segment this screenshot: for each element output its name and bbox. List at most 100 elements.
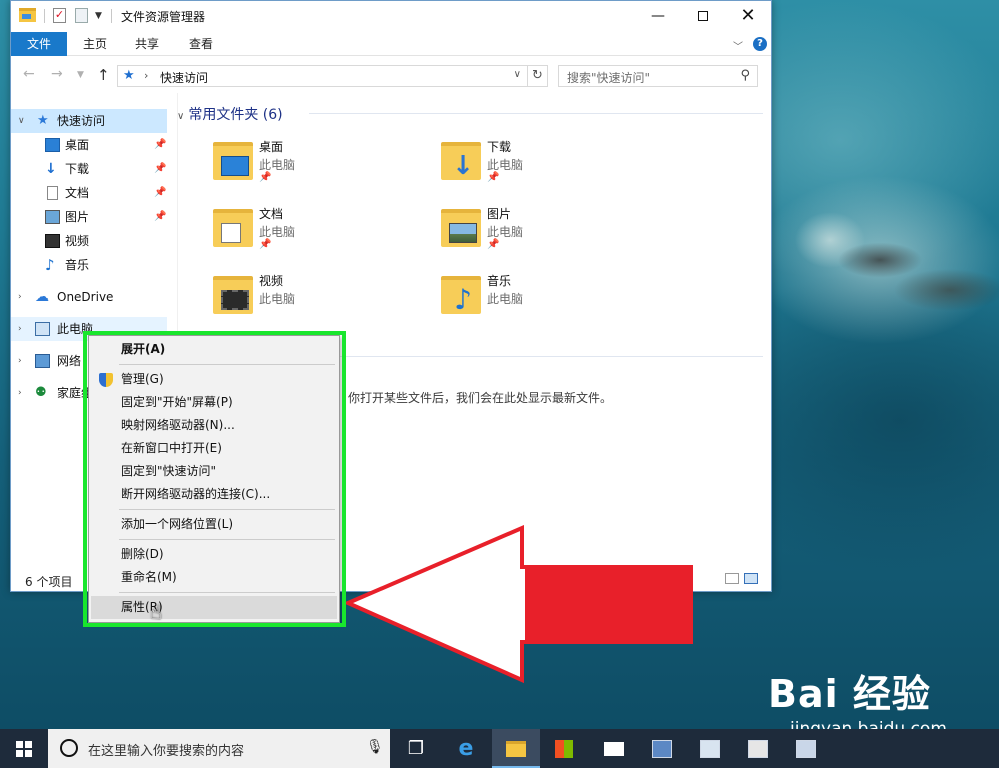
folder-name: 文档 — [259, 207, 284, 221]
group-header-frequent-folders[interactable]: ∨ 常用文件夹 (6) — [177, 104, 283, 124]
ribbon-tabs: 文件 主页 共享 查看 ﹀ ? — [11, 32, 771, 56]
cortana-icon — [60, 739, 78, 757]
mail-icon[interactable] — [590, 729, 638, 768]
back-arrow-icon[interactable]: ← — [23, 66, 35, 82]
chevron-down-icon[interactable]: ▼ — [95, 11, 102, 27]
red-arrow-annotation — [343, 525, 693, 684]
maximize-button[interactable] — [680, 1, 726, 32]
new-folder-quick-icon[interactable] — [75, 8, 88, 23]
chevron-down-icon[interactable]: ∨ — [177, 111, 184, 122]
address-field[interactable]: ★ › 快速访问 ∨ — [117, 65, 528, 87]
tab-view[interactable]: 查看 — [181, 32, 221, 56]
desktop-icon — [221, 156, 249, 176]
folder-tile-desktop[interactable]: 桌面 此电脑 📌 — [213, 138, 433, 198]
cloud-icon: ☁ — [35, 289, 49, 305]
picture-icon — [45, 210, 60, 224]
refresh-button[interactable]: ↻ — [528, 65, 548, 87]
file-explorer-taskbar-icon[interactable] — [492, 729, 540, 768]
task-view-button[interactable]: ❐ — [392, 729, 440, 768]
address-bar-row: ← → ▼ ↑ ★ › 快速访问 ∨ ↻ 搜索"快速访问" ⚲ — [11, 57, 771, 93]
group-header-label: 常用文件夹 (6) — [188, 107, 283, 123]
forward-arrow-icon[interactable]: → — [51, 66, 63, 82]
search-icon: ⚲ — [740, 68, 750, 83]
pin-icon: 📌 — [259, 172, 272, 183]
details-view-icon[interactable] — [725, 573, 739, 584]
pin-icon: 📌 — [154, 139, 167, 150]
pin-icon: 📌 — [154, 187, 167, 198]
folder-location: 此电脑 — [259, 158, 296, 172]
properties-quick-icon[interactable]: ✓ — [53, 8, 66, 23]
search-input[interactable]: 搜索"快速访问" ⚲ — [558, 65, 758, 87]
windows-logo-icon — [16, 741, 32, 757]
pin-icon: 📌 — [487, 239, 500, 250]
chevron-right-icon[interactable]: › — [18, 317, 22, 341]
taskbar: 在这里输入你要搜索的内容 🎙 ❐ e — [0, 729, 999, 768]
folder-name: 视频 — [259, 274, 284, 288]
sidebar-item-label: 下载 — [65, 162, 90, 176]
folder-icon — [213, 276, 253, 314]
download-icon: ↓ — [452, 151, 474, 181]
folder-tile-documents[interactable]: 文档 此电脑 📌 — [213, 205, 433, 265]
chevron-right-icon[interactable]: › — [144, 69, 148, 82]
folder-name: 下载 — [487, 140, 512, 154]
edge-browser-icon[interactable]: e — [442, 729, 490, 768]
status-item-count: 6 个项目 — [25, 575, 73, 589]
homegroup-icon: ⚉ — [35, 385, 47, 400]
star-icon: ★ — [37, 113, 49, 128]
sidebar-item-label: 文档 — [65, 186, 90, 200]
app-icon[interactable] — [686, 729, 734, 768]
start-button[interactable] — [0, 729, 48, 768]
folder-name: 图片 — [487, 207, 512, 221]
sidebar-item-label: 视频 — [65, 234, 90, 248]
folder-tile-downloads[interactable]: ↓ 下载 此电脑 📌 — [441, 138, 661, 198]
sidebar-item-quick-access[interactable]: ∨ ★ 快速访问 — [11, 109, 167, 133]
app-icon[interactable] — [782, 729, 830, 768]
microphone-icon[interactable]: 🎙 — [366, 739, 384, 755]
sidebar-item-music[interactable]: ♪ 音乐 — [11, 253, 167, 277]
music-icon: ♪ — [45, 256, 55, 274]
sidebar-item-documents[interactable]: 文档 📌 — [11, 181, 167, 205]
chevron-down-icon[interactable]: ∨ — [18, 109, 25, 133]
folder-tile-videos[interactable]: 视频 此电脑 — [213, 272, 433, 332]
folder-icon: ♪ — [441, 276, 481, 314]
arrow-fill — [525, 537, 691, 640]
app-icon[interactable] — [734, 729, 782, 768]
sidebar-item-label: 图片 — [65, 210, 90, 224]
tab-home[interactable]: 主页 — [75, 32, 115, 56]
pin-icon: 📌 — [154, 211, 167, 222]
taskbar-search-box[interactable]: 在这里输入你要搜索的内容 🎙 — [48, 729, 390, 768]
sidebar-item-onedrive[interactable]: › ☁ OneDrive — [11, 285, 167, 309]
sidebar-item-videos[interactable]: 视频 — [11, 229, 167, 253]
sidebar-item-label: 桌面 — [65, 138, 90, 152]
app-icon[interactable] — [638, 729, 686, 768]
tab-share[interactable]: 共享 — [127, 32, 167, 56]
expand-ribbon-icon[interactable]: ﹀ — [733, 38, 743, 53]
pin-icon: 📌 — [487, 172, 500, 183]
tab-file[interactable]: 文件 — [11, 32, 67, 56]
divider — [309, 113, 763, 114]
folder-name: 桌面 — [259, 140, 284, 154]
download-icon: ↓ — [45, 161, 57, 177]
search-placeholder: 搜索"快速访问" — [567, 71, 651, 85]
video-icon — [221, 290, 249, 310]
recent-locations-icon[interactable]: ▼ — [77, 70, 84, 80]
taskbar-search-placeholder: 在这里输入你要搜索的内容 — [88, 744, 245, 759]
folder-tile-pictures[interactable]: 图片 此电脑 📌 — [441, 205, 661, 265]
sidebar-item-downloads[interactable]: ↓ 下载 📌 — [11, 157, 167, 181]
computer-icon — [35, 322, 50, 336]
folder-tile-music[interactable]: ♪ 音乐 此电脑 — [441, 272, 661, 332]
large-icons-view-icon[interactable] — [744, 573, 758, 584]
sidebar-item-desktop[interactable]: 桌面 📌 — [11, 133, 167, 157]
chevron-right-icon[interactable]: › — [18, 285, 22, 309]
up-arrow-icon[interactable]: ↑ — [97, 66, 110, 84]
folder-location: 此电脑 — [487, 292, 524, 306]
chevron-right-icon[interactable]: › — [18, 349, 22, 373]
recent-files-hint: 你打开某些文件后，我们会在此处显示最新文件。 — [348, 391, 613, 405]
chevron-down-icon[interactable]: ∨ — [514, 69, 521, 80]
sidebar-item-pictures[interactable]: 图片 📌 — [11, 205, 167, 229]
chevron-right-icon[interactable]: › — [18, 381, 22, 405]
minimize-button[interactable]: — — [635, 1, 681, 32]
help-icon[interactable]: ? — [753, 37, 767, 51]
store-icon[interactable] — [540, 729, 588, 768]
close-button[interactable]: ✕ — [725, 1, 771, 32]
